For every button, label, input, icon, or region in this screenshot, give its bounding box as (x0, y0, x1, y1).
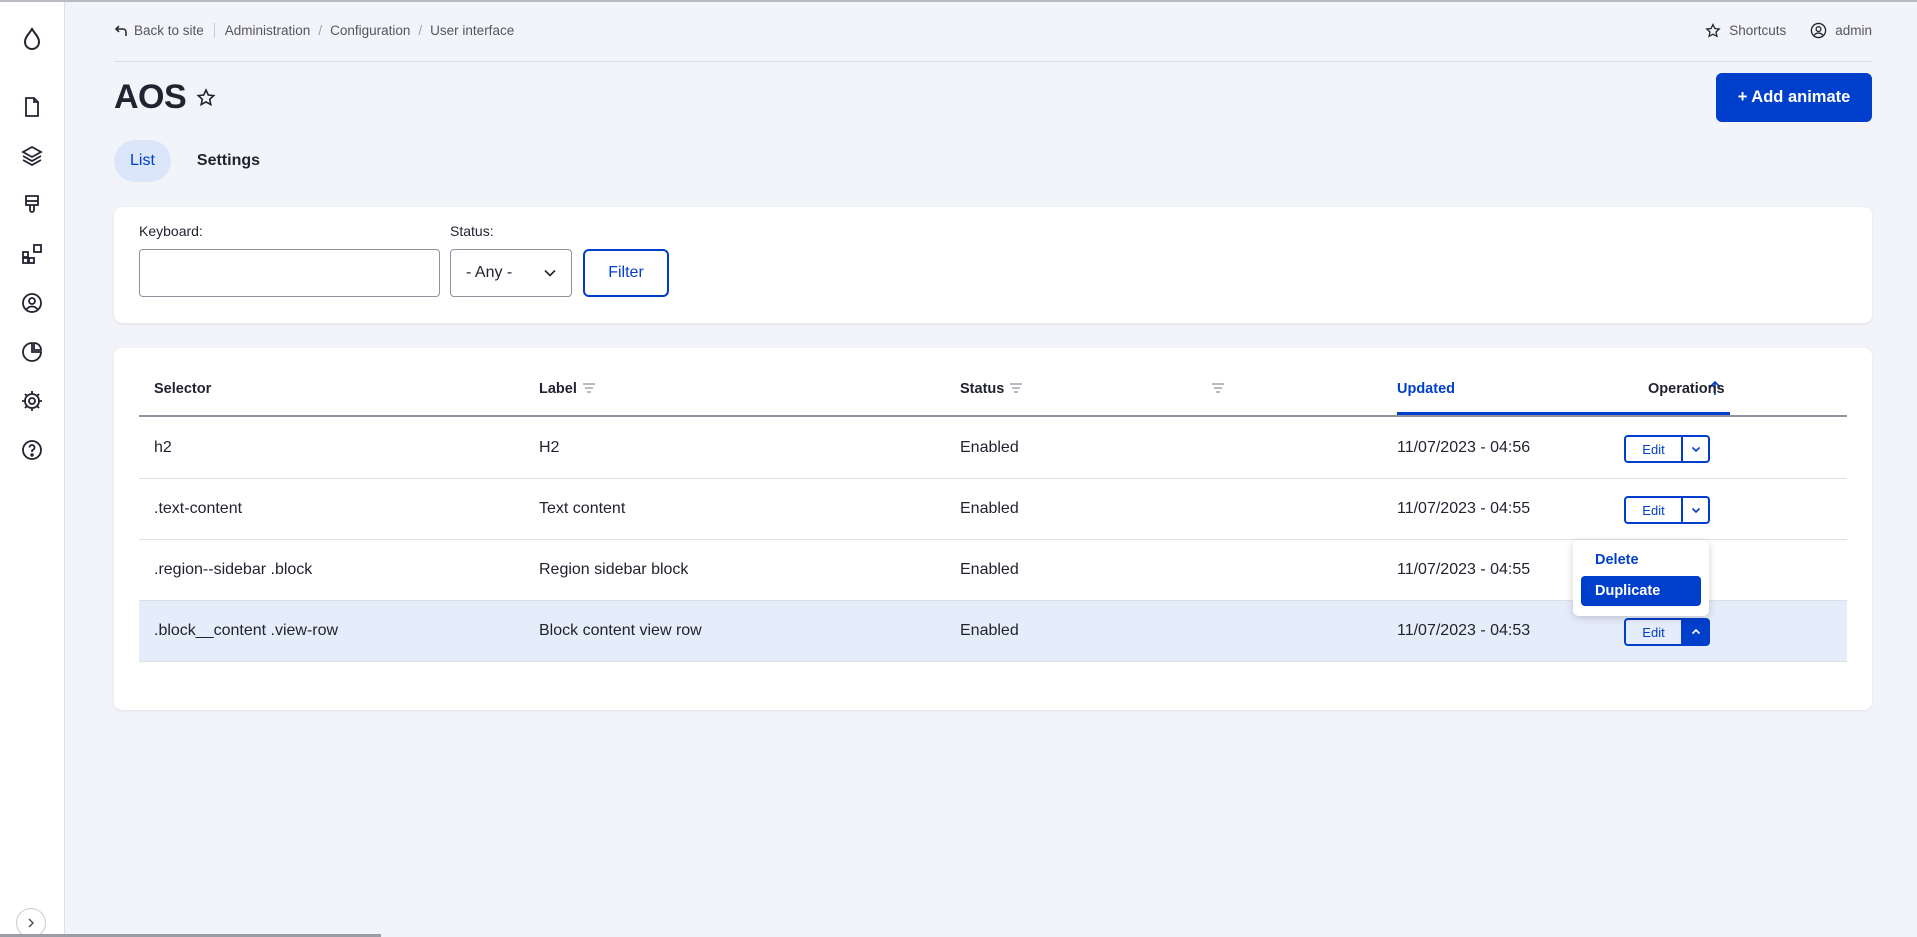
duplicate-menu-item[interactable]: Duplicate (1581, 576, 1701, 606)
page-title: AOS (114, 78, 187, 116)
breadcrumb-user-interface[interactable]: User interface (430, 23, 514, 38)
sort-icon[interactable] (1211, 382, 1225, 394)
chevron-up-icon (1691, 628, 1700, 635)
edit-button[interactable]: Edit (1624, 496, 1682, 524)
column-header-selector[interactable]: Selector (154, 381, 211, 397)
back-to-site-label: Back to site (134, 23, 204, 38)
table-header: Selector Label Status Updated Operations (139, 348, 1847, 417)
sidebar-expand-button[interactable] (16, 908, 46, 937)
keyword-label: Keyboard: (139, 223, 203, 239)
cell-label: Region sidebar block (539, 561, 689, 578)
structure-icon[interactable] (19, 143, 45, 169)
drupal-logo-icon[interactable] (19, 26, 45, 52)
operations-dropbutton: Edit (1624, 435, 1710, 463)
operations-dropdown-menu: Delete Duplicate (1573, 540, 1709, 616)
animations-table: Selector Label Status Updated Operations… (114, 348, 1872, 710)
breadcrumb-separator: / (418, 23, 423, 38)
cell-label: Block content view row (539, 622, 702, 639)
cell-selector: .text-content (154, 500, 243, 517)
star-icon[interactable] (196, 87, 216, 108)
status-label: Status: (450, 223, 494, 239)
shortcuts-label: Shortcuts (1729, 23, 1787, 38)
cell-updated: 11/07/2023 - 04:53 (1397, 622, 1531, 639)
breadcrumb-configuration[interactable]: Configuration (330, 23, 410, 38)
sort-icon[interactable] (1009, 382, 1023, 394)
column-header-operations: Operations (1648, 381, 1725, 397)
sort-icon[interactable] (582, 382, 596, 394)
breadcrumb-separator: / (318, 23, 323, 38)
page-title-area: AOS (114, 78, 216, 117)
edit-button[interactable]: Edit (1624, 435, 1682, 463)
column-header-updated[interactable]: Updated (1397, 381, 1455, 397)
table-row: .text-content Text content Enabled 11/07… (139, 479, 1847, 540)
cell-updated: 11/07/2023 - 04:56 (1397, 439, 1531, 456)
operations-toggle[interactable] (1682, 435, 1710, 463)
user-avatar-icon (1810, 22, 1827, 39)
column-header-status[interactable]: Status (960, 381, 1004, 397)
operations-dropbutton: Edit (1624, 618, 1710, 646)
top-toolbar: Back to site Administration / Configurat… (114, 2, 1872, 62)
cell-selector: .region--sidebar .block (154, 561, 313, 578)
primary-tabs: List Settings (114, 140, 280, 182)
add-animate-button[interactable]: + Add animate (1716, 73, 1872, 122)
people-icon[interactable] (19, 290, 45, 316)
configuration-icon[interactable] (19, 388, 45, 414)
star-icon (1705, 22, 1721, 38)
extend-icon[interactable] (19, 241, 45, 267)
edit-button[interactable]: Edit (1624, 618, 1682, 646)
chevron-right-icon (28, 918, 35, 928)
operations-dropbutton: Edit (1624, 496, 1710, 524)
keyword-input[interactable] (139, 249, 440, 297)
chevron-down-icon (1691, 446, 1700, 453)
tab-list[interactable]: List (114, 140, 171, 182)
filter-button[interactable]: Filter (583, 249, 669, 297)
filter-form: Keyboard: Status: - Any - Filter (114, 207, 1872, 323)
cell-updated: 11/07/2023 - 04:55 (1397, 500, 1531, 517)
admin-sidebar (0, 2, 65, 937)
chevron-down-icon (544, 269, 556, 277)
table-row: h2 H2 Enabled 11/07/2023 - 04:56 Edit (139, 418, 1847, 479)
top-right-actions: Shortcuts admin (1705, 22, 1872, 39)
status-select[interactable]: - Any - (450, 249, 572, 297)
cell-status: Enabled (960, 439, 1019, 456)
delete-menu-item[interactable]: Delete (1581, 545, 1701, 575)
user-menu[interactable]: admin (1810, 22, 1872, 39)
cell-label: H2 (539, 439, 560, 456)
reports-icon[interactable] (19, 339, 45, 365)
cell-status: Enabled (960, 561, 1019, 578)
operations-toggle[interactable] (1682, 618, 1710, 646)
cell-status: Enabled (960, 622, 1019, 639)
cell-label: Text content (539, 500, 626, 517)
appearance-icon[interactable] (19, 192, 45, 218)
active-sort-underline (1397, 412, 1730, 415)
back-arrow-icon (114, 24, 127, 36)
cell-updated: 11/07/2023 - 04:55 (1397, 561, 1531, 578)
status-select-value: - Any - (466, 264, 513, 281)
cell-selector: h2 (154, 439, 172, 456)
tab-settings[interactable]: Settings (177, 140, 280, 182)
chevron-down-icon (1691, 507, 1700, 514)
breadcrumb-administration[interactable]: Administration (225, 23, 311, 38)
cell-status: Enabled (960, 500, 1019, 517)
help-icon[interactable] (19, 437, 45, 463)
breadcrumb: Back to site Administration / Configurat… (114, 23, 514, 38)
user-name: admin (1835, 23, 1872, 38)
cell-selector: .block__content .view-row (154, 622, 339, 639)
back-to-site-link[interactable]: Back to site (114, 23, 215, 38)
content-icon[interactable] (19, 94, 45, 120)
shortcuts-link[interactable]: Shortcuts (1705, 22, 1787, 39)
operations-toggle[interactable] (1682, 496, 1710, 524)
column-header-label[interactable]: Label (539, 381, 577, 397)
